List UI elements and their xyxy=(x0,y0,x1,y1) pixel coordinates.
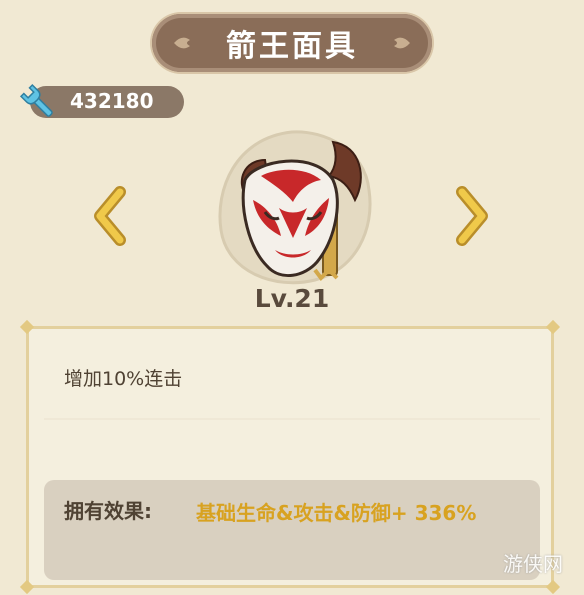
item-title: 箭王面具 xyxy=(226,29,358,64)
title-banner: 箭王面具 xyxy=(152,14,432,72)
divider xyxy=(44,418,540,420)
chevron-left-icon[interactable] xyxy=(90,186,130,246)
watermark: 游侠网 xyxy=(503,552,563,576)
effect-value: 基础生命&攻击&防御+ 336% xyxy=(196,501,477,525)
item-level: Lv.21 xyxy=(254,284,330,313)
currency-display: 432180 xyxy=(19,83,184,118)
item-description: 增加10%连击 xyxy=(64,368,183,390)
flourish-left-icon xyxy=(174,37,190,49)
flourish-right-icon xyxy=(394,37,410,49)
demon-mask-icon xyxy=(218,130,372,285)
chevron-right-icon[interactable] xyxy=(452,186,492,246)
effect-label: 拥有效果: xyxy=(64,499,152,523)
wrench-icon xyxy=(19,83,53,117)
currency-value: 432180 xyxy=(70,89,154,113)
